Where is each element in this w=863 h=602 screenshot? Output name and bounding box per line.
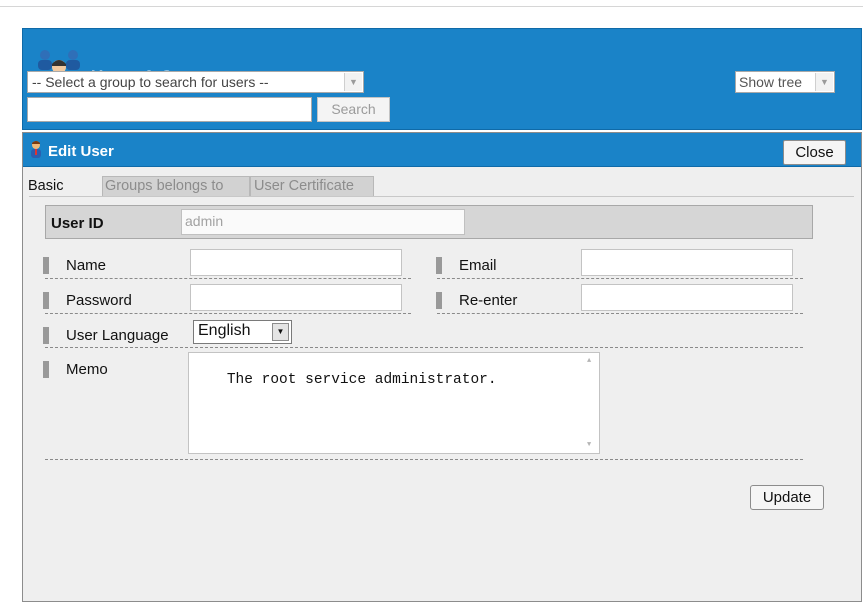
user-language-value: English — [198, 322, 251, 339]
show-tree-select[interactable]: Show tree ▼ — [735, 71, 835, 93]
name-label: Name — [66, 257, 107, 274]
email-label: Email — [459, 257, 497, 274]
email-field[interactable] — [581, 249, 793, 276]
password-label: Password — [66, 292, 132, 309]
reenter-field[interactable] — [581, 284, 793, 311]
field-marker — [43, 257, 49, 274]
field-marker — [436, 292, 442, 309]
scroll-up-icon[interactable]: ▲ — [587, 357, 591, 365]
show-tree-value: Show tree — [739, 74, 803, 90]
memo-value: The root service administrator. — [226, 372, 497, 388]
memo-scrollbar[interactable]: ▲ ▼ — [583, 353, 599, 453]
row-divider — [437, 278, 803, 279]
chevron-down-icon[interactable]: ▼ — [344, 73, 362, 91]
row-divider — [437, 313, 803, 314]
tab-groups-belongs-to[interactable]: Groups belongs to — [102, 176, 250, 197]
group-select[interactable]: -- Select a group to search for users --… — [27, 71, 364, 93]
field-marker — [43, 292, 49, 309]
chevron-down-icon[interactable]: ▼ — [272, 323, 289, 341]
memo-label: Memo — [66, 361, 108, 378]
field-marker — [43, 361, 49, 378]
edit-user-title: Edit User — [48, 143, 114, 160]
edit-user-titlebar: Edit User Close — [23, 133, 861, 167]
field-marker — [436, 257, 442, 274]
user-language-select[interactable]: English ▼ — [193, 320, 292, 344]
edit-user-panel: Edit User Close Basic Groups belongs to … — [22, 132, 862, 602]
name-field[interactable] — [190, 249, 402, 276]
user-id-field: admin — [181, 209, 465, 235]
search-button[interactable]: Search — [317, 97, 390, 122]
row-divider — [45, 459, 803, 460]
reenter-label: Re-enter — [459, 292, 518, 309]
close-button[interactable]: Close — [783, 140, 846, 165]
users-groups-header: Users & Groups -- Select a group to sear… — [22, 28, 862, 130]
password-field[interactable] — [190, 284, 402, 311]
user-icon — [31, 141, 41, 158]
row-divider — [45, 278, 411, 279]
tab-basic[interactable]: Basic — [27, 176, 102, 197]
scroll-down-icon[interactable]: ▼ — [587, 441, 591, 449]
chevron-down-icon[interactable]: ▼ — [815, 73, 833, 91]
memo-textarea[interactable]: The root service administrator. ▲ ▼ — [188, 352, 600, 454]
top-divider — [0, 6, 863, 7]
row-divider — [45, 313, 411, 314]
user-id-label: User ID — [51, 215, 104, 232]
tab-divider — [29, 196, 854, 197]
group-select-value: -- Select a group to search for users -- — [32, 74, 269, 90]
update-button[interactable]: Update — [750, 485, 824, 510]
user-language-label: User Language — [66, 327, 169, 344]
field-marker — [43, 327, 49, 344]
row-divider — [45, 347, 803, 348]
user-id-row: User ID admin — [45, 205, 813, 239]
search-input[interactable] — [27, 97, 312, 122]
tab-user-certificate[interactable]: User Certificate — [250, 176, 374, 197]
